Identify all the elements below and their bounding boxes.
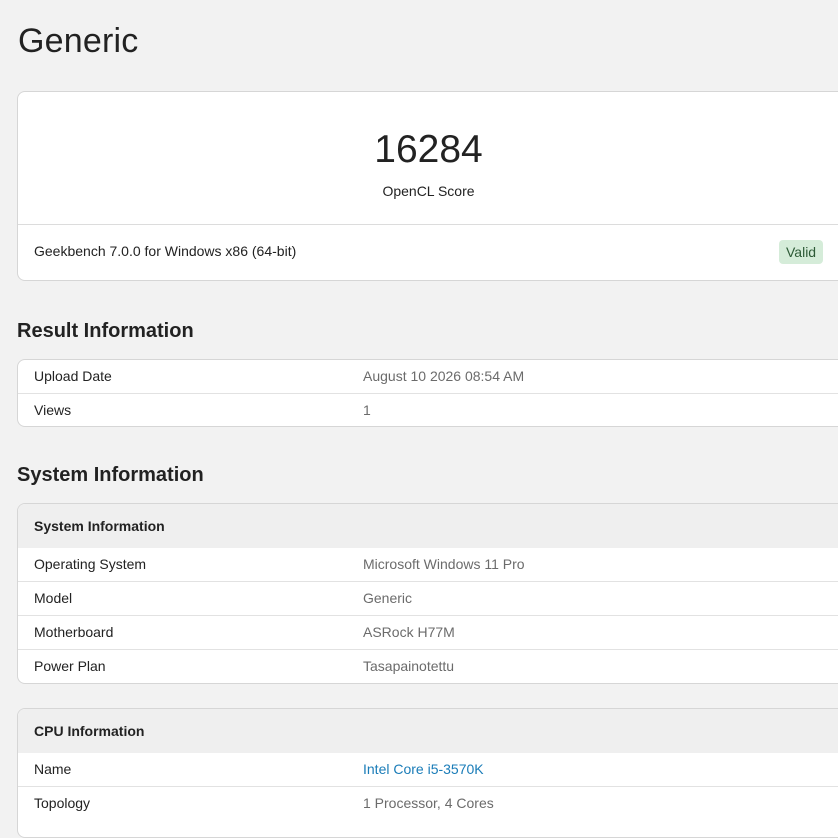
cpu-table-title: CPU Information (18, 709, 838, 753)
system-information-heading: System Information (17, 464, 204, 486)
table-row: Motherboard ASRock H77M (18, 615, 838, 649)
cpu-name-label: Name (34, 761, 72, 777)
opencl-score-value: 16284 (374, 128, 483, 171)
table-row: Upload Date August 10 2026 08:54 AM (18, 360, 838, 393)
result-information-table: Upload Date August 10 2026 08:54 AM View… (17, 359, 838, 427)
operating-system-label: Operating System (34, 556, 147, 572)
system-information-table: System Information Operating System Micr… (17, 503, 838, 684)
table-row: Operating System Microsoft Windows 11 Pr… (18, 548, 838, 581)
result-information-heading: Result Information (17, 320, 194, 342)
score-card: 16284 OpenCL Score Geekbench 7.0.0 for W… (17, 91, 838, 281)
cpu-name-link[interactable]: Intel Core i5-3570K (363, 753, 484, 786)
topology-value: 1 Processor, 4 Cores (363, 795, 494, 811)
table-row: Topology 1 Processor, 4 Cores (18, 786, 838, 820)
table-row: Model Generic (18, 581, 838, 615)
table-row: Power Plan Tasapainotettu (18, 649, 838, 683)
table-row: Views 1 (18, 393, 838, 426)
topology-label: Topology (34, 795, 91, 811)
upload-date-label: Upload Date (34, 368, 112, 384)
power-plan-label: Power Plan (34, 658, 106, 674)
upload-date-value: August 10 2026 08:54 AM (363, 368, 525, 384)
views-value: 1 (363, 402, 371, 418)
opencl-score-label: OpenCL Score (382, 183, 475, 199)
model-label: Model (34, 590, 73, 606)
motherboard-label: Motherboard (34, 624, 114, 640)
motherboard-value: ASRock H77M (363, 624, 455, 640)
views-label: Views (34, 402, 72, 418)
page-title: Generic (18, 22, 139, 60)
geekbench-version: Geekbench 7.0.0 for Windows x86 (64-bit) (34, 243, 297, 259)
score-divider (18, 224, 838, 225)
cpu-information-table: CPU Information Name Intel Core i5-3570K… (17, 708, 838, 838)
power-plan-value: Tasapainotettu (363, 658, 455, 674)
model-value: Generic (363, 590, 413, 606)
system-table-title: System Information (18, 504, 838, 548)
table-row: Name Intel Core i5-3570K (18, 753, 838, 786)
valid-badge: Valid (779, 240, 824, 264)
operating-system-value: Microsoft Windows 11 Pro (363, 556, 525, 572)
